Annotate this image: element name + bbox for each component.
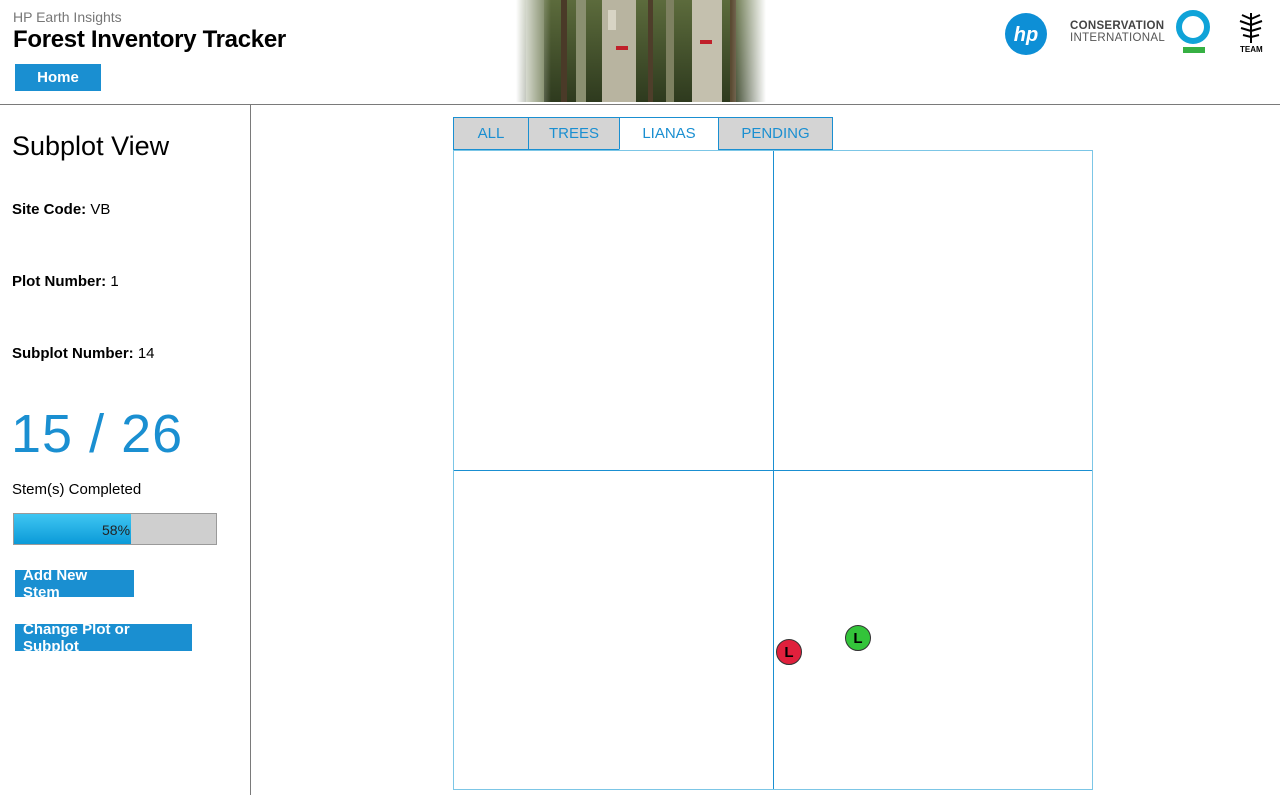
plot-number-value: 1 (110, 273, 119, 290)
site-code-field: Site Code: VB (12, 201, 110, 218)
ci-logo-line1: CONSERVATION (1070, 20, 1165, 32)
forest-banner-image (516, 0, 766, 102)
app-subtitle: HP Earth Insights (13, 9, 122, 25)
grid-divider-horizontal (454, 470, 1092, 471)
app-header: HP Earth Insights Forest Inventory Track… (0, 0, 1280, 105)
add-new-stem-button[interactable]: Add New Stem (15, 567, 134, 601)
sidebar: Subplot View Site Code: VB Plot Number: … (0, 105, 251, 795)
change-plot-button[interactable]: Change Plot or Subplot (15, 621, 192, 655)
progress-bar: 58% (13, 513, 217, 545)
ci-logo-line2: INTERNATIONAL (1070, 32, 1166, 44)
app-title: Forest Inventory Tracker (13, 26, 286, 53)
subplot-number-label: Subplot Number: (12, 345, 134, 362)
stem-marker-liana-incomplete[interactable]: L (776, 639, 802, 665)
plot-number-label: Plot Number: (12, 273, 107, 290)
stem-counter: 15 / 26 (11, 404, 184, 464)
tab-trees[interactable]: TREES (528, 117, 619, 150)
tab-pending[interactable]: PENDING (718, 117, 833, 150)
stem-filter-tabs: ALL TREES LIANAS PENDING (453, 117, 833, 150)
subplot-number-field: Subplot Number: 14 (12, 345, 155, 362)
subplot-grid[interactable]: L L (453, 150, 1093, 790)
stem-marker-liana-complete[interactable]: L (845, 625, 871, 651)
plot-number-field: Plot Number: 1 (12, 273, 119, 290)
svg-text:hp: hp (1014, 24, 1038, 46)
tab-lianas[interactable]: LIANAS (619, 117, 718, 150)
hp-logo: hp (1004, 12, 1048, 56)
team-logo: TEAM (1234, 9, 1268, 55)
site-code-label: Site Code: (12, 201, 87, 218)
stem-counter-label: Stem(s) Completed (12, 481, 142, 498)
page-title: Subplot View (12, 131, 170, 161)
team-logo-text: TEAM (1240, 45, 1263, 54)
tab-all[interactable]: ALL (453, 117, 528, 150)
conservation-international-logo: CONSERVATION INTERNATIONAL (1070, 9, 1215, 55)
subplot-number-value: 14 (137, 345, 155, 362)
home-button[interactable]: Home (15, 64, 101, 91)
site-code-value: VB (90, 201, 111, 218)
progress-bar-text: 58% (102, 522, 131, 538)
